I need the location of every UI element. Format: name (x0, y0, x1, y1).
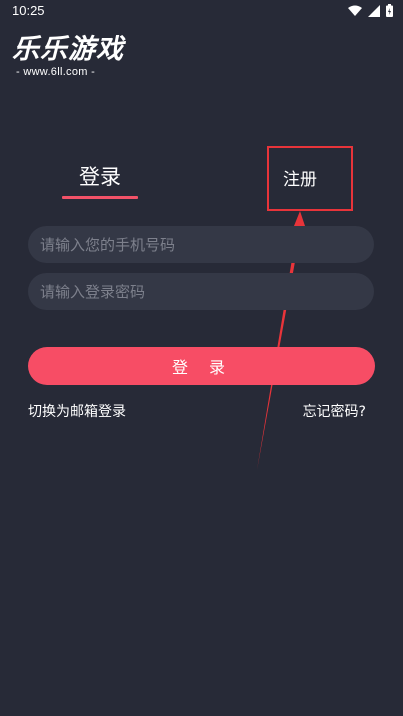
wifi-icon (348, 5, 362, 16)
phone-input[interactable] (28, 226, 374, 263)
forgot-password-link[interactable]: 忘记密码? (303, 401, 366, 421)
login-button[interactable]: 登 录 (28, 347, 375, 385)
annotation-highlight-box (267, 146, 353, 211)
tab-login-label: 登录 (79, 165, 121, 189)
status-icons (348, 4, 393, 17)
status-bar: 10:25 (0, 0, 403, 22)
logo-url: - www.6ll.com - (16, 66, 96, 78)
tab-login[interactable]: 登录 (62, 162, 138, 199)
logo-title: 乐乐游戏 (12, 34, 124, 65)
battery-icon (386, 4, 393, 17)
signal-icon (368, 4, 380, 17)
switch-email-link[interactable]: 切换为邮箱登录 (28, 401, 126, 421)
password-input[interactable] (28, 273, 374, 310)
tab-active-indicator (62, 196, 138, 199)
status-time: 10:25 (12, 3, 45, 18)
app-logo: 乐乐游戏 - www.6ll.com - (12, 34, 127, 78)
